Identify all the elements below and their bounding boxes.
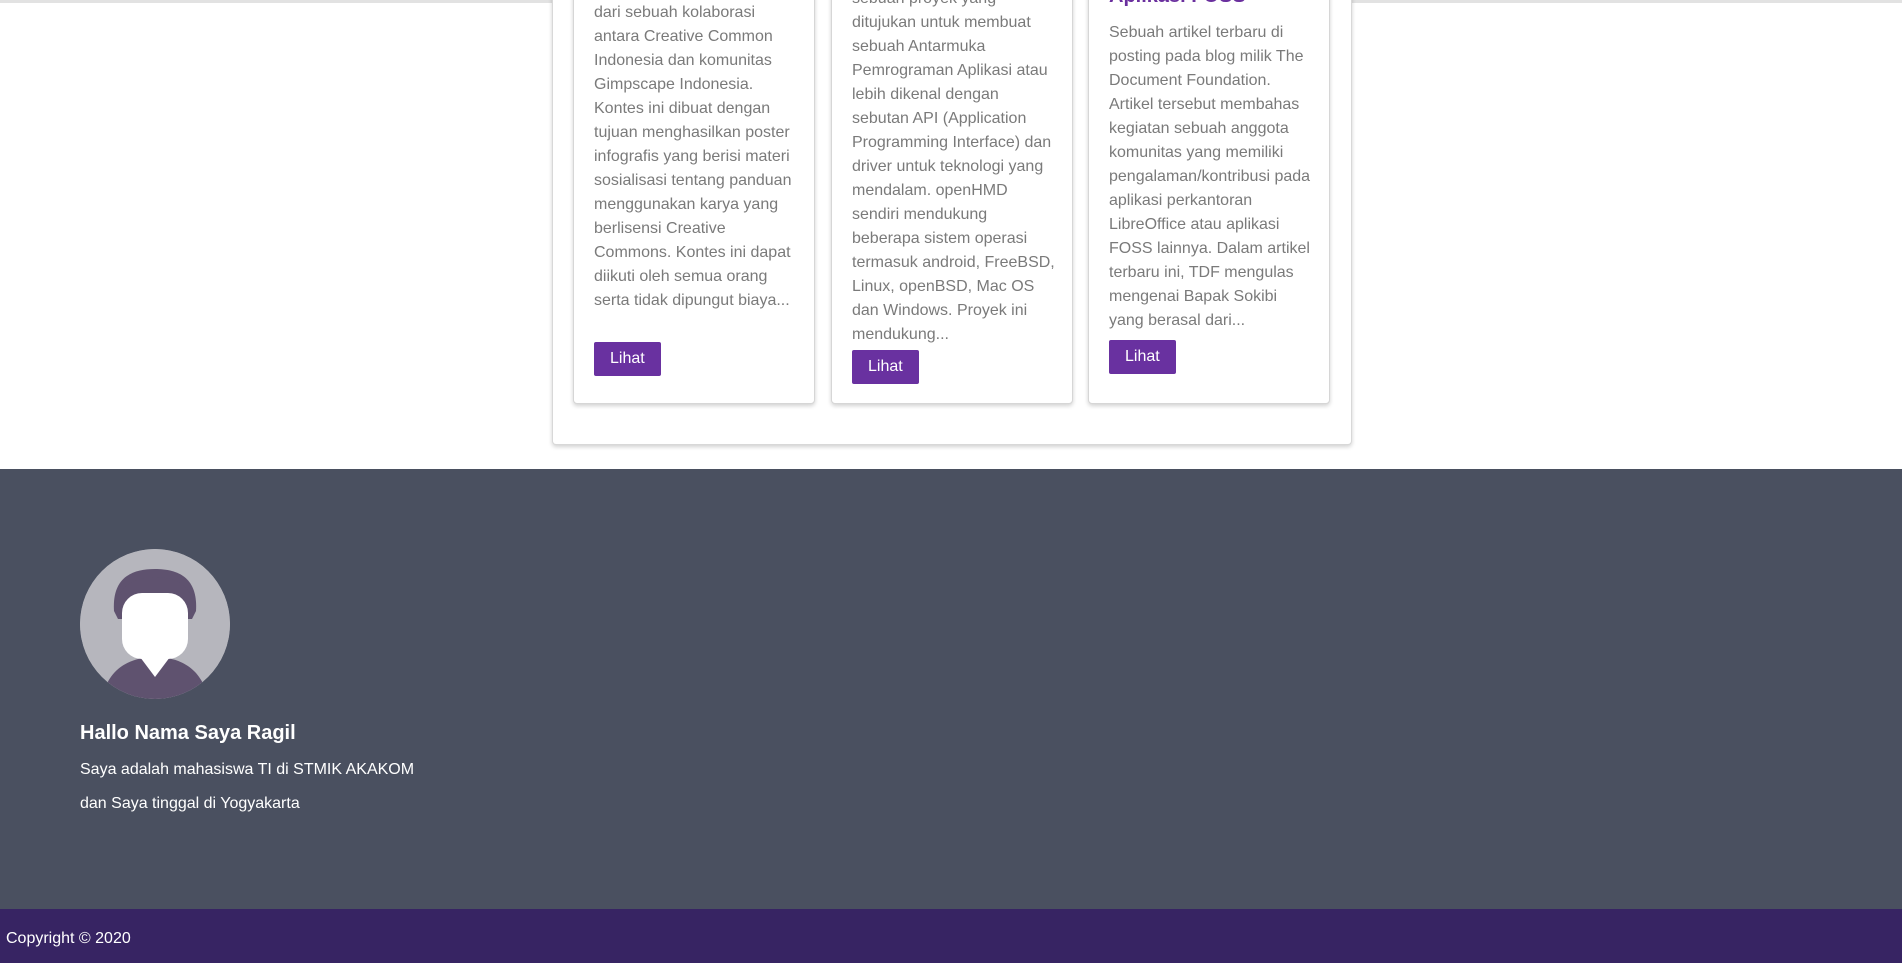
article-card: Aplikasi FOSS Sebuah artikel terbaru di …: [1088, 0, 1330, 404]
footer-name-heading: Hallo Nama Saya Ragil: [80, 722, 296, 744]
article-title[interactable]: Aplikasi FOSS: [1109, 0, 1314, 8]
lihat-button[interactable]: Lihat: [594, 342, 661, 376]
lihat-button[interactable]: Lihat: [1109, 340, 1176, 374]
copyright-text: Copyright © 2020: [6, 930, 131, 947]
copyright-bar: Copyright © 2020: [0, 909, 1902, 963]
article-card: Kreatif Berbagi, Kita Berkarya, Kita Mer…: [573, 0, 815, 404]
lihat-button[interactable]: Lihat: [852, 350, 919, 384]
article-excerpt: Sebuah artikel terbaru di posting pada b…: [1109, 24, 1311, 329]
footer-description-line: dan Saya tinggal di Yogyakarta: [80, 795, 300, 812]
footer: Hallo Nama Saya Ragil Saya adalah mahasi…: [0, 469, 1902, 909]
article-card: OpenHMD merupakan sebuah proyek yang dit…: [831, 0, 1073, 404]
content-area: Kreatif Berbagi, Kita Berkarya, Kita Mer…: [0, 0, 1902, 469]
article-excerpt: Kreatif Berbagi, Kita Berkarya, Kita Mer…: [594, 4, 792, 309]
article-excerpt: OpenHMD merupakan sebuah proyek yang dit…: [852, 0, 1055, 343]
user-avatar-icon: [80, 549, 230, 699]
footer-description-line: Saya adalah mahasiswa TI di STMIK AKAKOM: [80, 761, 415, 778]
articles-container: Kreatif Berbagi, Kita Berkarya, Kita Mer…: [552, 0, 1352, 445]
